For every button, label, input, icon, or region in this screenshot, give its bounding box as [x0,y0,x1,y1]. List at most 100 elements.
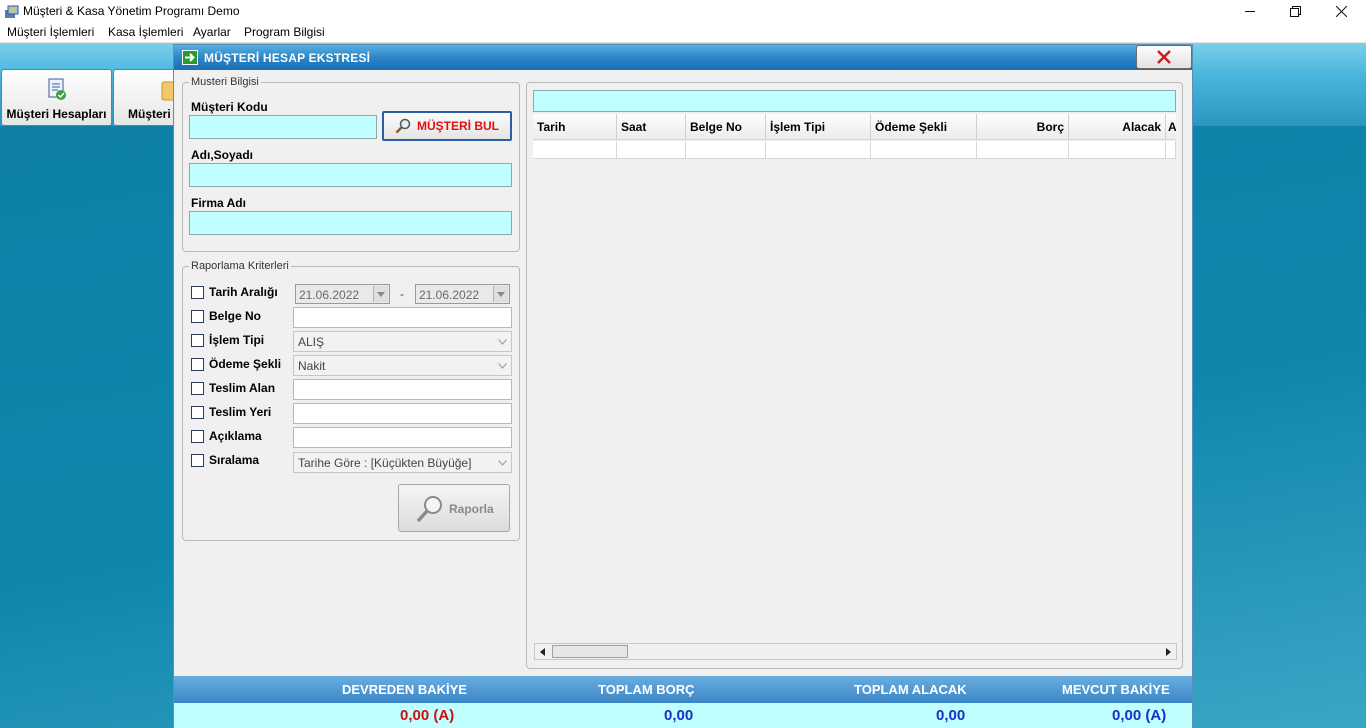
description-label: Açıklama [209,429,262,443]
find-customer-button[interactable]: MÜŞTERİ BUL [382,111,512,141]
txn-type-value: ALIŞ [298,335,325,349]
description-checkbox[interactable] [191,430,204,443]
customer-accounts-button[interactable]: Müşteri Hesapları [1,69,112,126]
magnifier-icon [395,118,411,134]
results-panel [526,82,1183,669]
total-credit-label: TOPLAM ALACAK [854,682,967,697]
chevron-down-icon [373,286,388,302]
grid-header: Tarih Saat Belge No İşlem Tipi Ödeme Şek… [533,114,1176,140]
name-input[interactable] [189,163,512,187]
date-to-value: 21.06.2022 [419,288,480,302]
carry-balance-suffix: (A) [433,707,455,724]
receiver-checkbox[interactable] [191,382,204,395]
description-input[interactable] [293,427,512,448]
table-cell [1069,141,1166,159]
sort-checkbox[interactable] [191,454,204,467]
payment-select[interactable]: Nakit [293,355,512,376]
arrow-right-icon [182,50,198,65]
restore-icon [1289,6,1301,17]
scroll-left-button[interactable] [535,644,551,659]
table-cell [766,141,871,159]
receiver-input[interactable] [293,379,512,400]
chevron-down-icon [494,333,510,350]
date-to-picker[interactable]: 21.06.2022 [415,284,510,304]
app-icon [5,5,19,18]
doc-no-label: Belge No [209,309,262,323]
minimize-button[interactable] [1227,0,1273,23]
chevron-down-icon [494,454,510,471]
customer-info-legend: Musteri Bilgisi [189,76,261,88]
col-header-txn-type[interactable]: İşlem Tipi [766,114,871,140]
sort-select[interactable]: Tarihe Göre : [Küçükten Büyüğe] [293,452,512,473]
menu-customer-ops[interactable]: Müşteri İşlemleri [7,25,94,39]
current-balance-amount: 0,00 [1112,707,1142,724]
dialog-title: MÜŞTERİ HESAP EKSTRESİ [204,51,371,65]
col-header-balance[interactable]: A [1166,114,1176,140]
payment-checkbox[interactable] [191,358,204,371]
customer-code-label: Müşteri Kodu [191,100,268,114]
minimize-icon [1244,11,1255,12]
restore-button[interactable] [1272,0,1318,23]
payment-value: Nakit [298,359,326,373]
date-range-separator: - [400,287,404,301]
col-header-credit[interactable]: Alacak [1069,114,1166,140]
chevron-down-icon [493,286,508,302]
doc-no-checkbox[interactable] [191,310,204,323]
grid-filter-input[interactable] [533,90,1176,112]
table-cell [533,141,617,159]
close-icon [1335,6,1347,17]
menu-settings[interactable]: Ayarlar [193,25,231,39]
table-row[interactable] [533,141,1176,159]
place-input[interactable] [293,403,512,424]
current-balance-value: 0,00 (A) [1112,707,1166,724]
window-titlebar: Müşteri & Kasa Yönetim Programı Demo [0,0,1366,23]
col-header-debit[interactable]: Borç [977,114,1069,140]
totals-header-bar: DEVREDEN BAKİYE TOPLAM BORÇ TOPLAM ALACA… [174,676,1192,703]
payment-label: Ödeme Şekli [209,357,282,371]
date-range-checkbox[interactable] [191,286,204,299]
chevron-down-icon [494,357,510,374]
customer-accounts-label: Müşteri Hesapları [6,107,107,121]
table-cell [1166,141,1176,159]
menu-bar: Müşteri İşlemleri Kasa İşlemleri Ayarlar… [0,23,1366,43]
table-cell [871,141,977,159]
carry-balance-amount: 0,00 [400,707,430,724]
date-from-value: 21.06.2022 [299,288,360,302]
find-customer-label: MÜŞTERİ BUL [417,119,499,133]
total-debit-value: 0,00 [664,707,694,724]
dialog-close-button[interactable] [1136,45,1192,69]
carry-balance-value: 0,00 (A) [400,707,454,724]
report-button[interactable]: Raporla [398,484,510,532]
table-cell [686,141,766,159]
company-label: Firma Adı [191,196,246,210]
scroll-right-button[interactable] [1160,644,1176,659]
col-header-payment[interactable]: Ödeme Şekli [871,114,977,140]
txn-type-checkbox[interactable] [191,334,204,347]
menu-program-info[interactable]: Program Bilgisi [244,25,325,39]
customer-accounts-icon [48,78,66,100]
col-header-time[interactable]: Saat [617,114,686,140]
receiver-label: Teslim Alan [209,381,276,395]
total-credit-value: 0,00 [936,707,966,724]
date-range-label: Tarih Aralığı [209,285,278,299]
horizontal-scrollbar[interactable] [534,643,1177,660]
name-label: Adı,Soyadı [191,148,254,162]
col-header-doc-no[interactable]: Belge No [686,114,766,140]
menu-cash-ops[interactable]: Kasa İşlemleri [108,25,183,39]
txn-type-label: İşlem Tipi [209,333,265,347]
chevron-left-icon [540,647,545,656]
current-balance-label: MEVCUT BAKİYE [1062,682,1170,697]
scroll-thumb[interactable] [552,645,628,658]
customer-code-input[interactable] [189,115,377,139]
txn-type-select[interactable]: ALIŞ [293,331,512,352]
close-icon [1157,50,1171,64]
statement-dialog: MÜŞTERİ HESAP EKSTRESİ Musteri Bilgisi M… [173,44,1193,728]
report-button-label: Raporla [449,502,494,516]
close-window-button[interactable] [1318,0,1364,23]
date-from-picker[interactable]: 21.06.2022 [295,284,390,304]
magnifier-icon [416,496,442,523]
col-header-date[interactable]: Tarih [533,114,617,140]
place-checkbox[interactable] [191,406,204,419]
company-input[interactable] [189,211,512,235]
doc-no-input[interactable] [293,307,512,328]
